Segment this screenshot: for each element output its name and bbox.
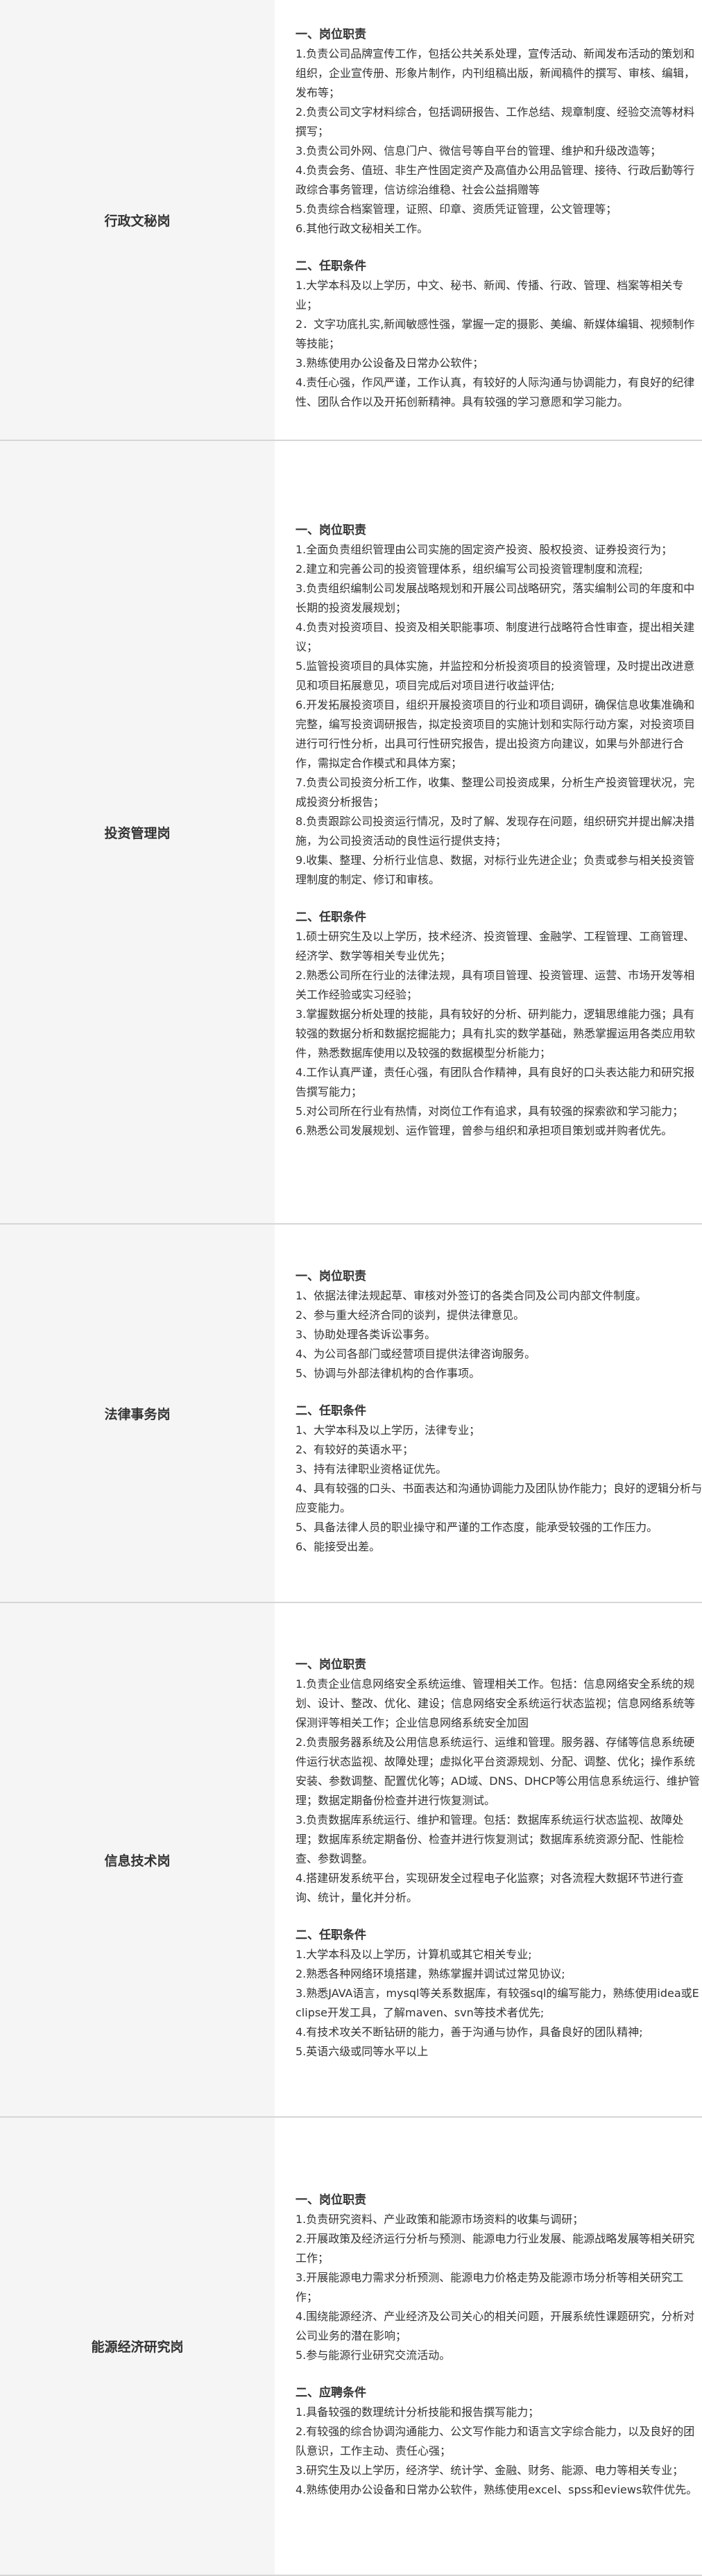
- duty-line: 3、协助处理各类诉讼事务。: [296, 1328, 436, 1341]
- job-title: 信息技术岗: [0, 1602, 275, 2118]
- duty-line: 2.负责公司文字材料综合，包括调研报告、工作总结、规章制度、经验交流等材料撰写；: [296, 105, 695, 138]
- job-row-investment-management: 投资管理岗 一、岗位职责 1.全面负责组织管理由公司实施的固定资产投资、股权投资…: [0, 440, 702, 1225]
- section-heading: 一、岗位职责: [296, 1658, 366, 1672]
- duty-line: 3.负责组织编制公司发展战略规划和开展公司战略研究，落实编制公司的年度和中长期的…: [296, 582, 695, 614]
- requirement-line: 3.熟悉JAVA语言，mysql等关系数据库，有较强sql的编写能力，熟练使用i…: [296, 1987, 699, 2019]
- duty-line: 3.开展能源电力需求分析预测、能源电力价格走势及能源市场分析等相关研究工作；: [296, 2270, 684, 2303]
- job-description: 一、岗位职责 1.全面负责组织管理由公司实施的固定资产投资、股权投资、证券投资行…: [275, 440, 702, 1225]
- duty-line: 4.围绕能源经济、产业经济及公司关心的相关问题，开展系统性课题研究，分析对公司业…: [296, 2309, 695, 2342]
- requirement-line: 4.有技术攻关不断钻研的能力，善于沟通与协作，具备良好的团队精神;: [296, 2025, 643, 2039]
- requirement-line: 5、具备法律人员的职业操守和严谨的工作态度，能承受较强的工作压力。: [296, 1521, 658, 1534]
- duty-line: 4.负责对投资项目、投资及相关职能事项、制度进行战略符合性审查，提出相关建议；: [296, 621, 695, 653]
- duty-line: 2.开展政策及经济运行分析与预测、能源电力行业发展、能源战略发展等相关研究工作；: [296, 2231, 695, 2265]
- job-title: 法律事务岗: [0, 1224, 275, 1603]
- requirement-line: 3.熟练使用办公设备及日常办公软件；: [296, 356, 484, 370]
- requirement-line: 5.对公司所在行业有热情，对岗位工作有追求，具有较强的探索欲和学习能力；: [296, 1105, 684, 1118]
- job-description: 一、岗位职责 1.负责企业信息网络安全系统运维、管理相关工作。包括：信息网络安全…: [275, 1602, 702, 2118]
- requirement-line: 4.工作认真严谨，责任心强，有团队合作精神，具有良好的口头表达能力和研究报告撰写…: [296, 1066, 695, 1098]
- duty-line: 3.负责公司外网、信息门户、微信号等自平台的管理、维护和升级改造等；: [296, 144, 662, 157]
- requirement-line: 2．文字功底扎实,新闻敏感性强，掌握一定的摄影、美编、新媒体编辑、视频制作等技能…: [296, 318, 695, 350]
- job-description: 一、岗位职责 1、依据法律法规起草、审核对外签订的各类合同及公司内部文件制度。 …: [275, 1224, 702, 1603]
- requirement-line: 4、具有较强的口头、书面表达和沟通协调能力及团队协作能力；良好的逻辑分析与应变能…: [296, 1482, 702, 1514]
- job-title: 行政文秘岗: [0, 0, 275, 441]
- section-heading: 二、应聘条件: [296, 2385, 366, 2400]
- section-heading: 二、任职条件: [296, 1928, 366, 1942]
- job-row-legal-affairs: 法律事务岗 一、岗位职责 1、依据法律法规起草、审核对外签订的各类合同及公司内部…: [0, 1224, 702, 1603]
- job-title: 能源经济研究岗: [0, 2117, 275, 2576]
- duty-line: 5、协调与外部法律机构的合作事项。: [296, 1367, 481, 1380]
- section-heading: 一、岗位职责: [296, 1270, 366, 1283]
- duty-line: 1.负责企业信息网络安全系统运维、管理相关工作。包括：信息网络安全系统的规划、设…: [296, 1677, 696, 1729]
- requirement-line: 3.掌握数据分析处理的技能，具有较好的分析、研判能力，逻辑思维能力强；具有较强的…: [296, 1008, 696, 1060]
- duty-line: 2.负责服务器系统及公用信息系统运行、运维和管理。服务器、存储等信息系统硬件运行…: [296, 1736, 700, 1807]
- requirement-line: 1.具备较强的数理统计分析技能和报告撰写能力；: [296, 2405, 540, 2419]
- job-row-energy-economics-research: 能源经济研究岗 一、岗位职责 1.负责研究资料、产业政策和能源市场资料的收集与调…: [0, 2117, 702, 2576]
- requirement-line: 5.英语六级或同等水平以上: [296, 2045, 429, 2058]
- job-description: 一、岗位职责 1.负责研究资料、产业政策和能源市场资料的收集与调研； 2.开展政…: [275, 2117, 702, 2576]
- duty-line: 2、参与重大经济合同的谈判，提供法律意见。: [296, 1308, 525, 1322]
- section-heading: 一、岗位职责: [296, 28, 366, 42]
- section-heading: 二、任职条件: [296, 910, 366, 924]
- section-heading: 二、任职条件: [296, 1404, 366, 1418]
- section-heading: 二、任职条件: [296, 259, 366, 273]
- requirement-line: 2、有较好的英语水平；: [296, 1443, 414, 1456]
- requirement-line: 3、持有法律职业资格证优先。: [296, 1462, 447, 1476]
- duty-line: 5.监管投资项目的具体实施，并监控和分析投资项目的投资管理，及时提出改进意见和项…: [296, 659, 695, 692]
- duty-line: 1.负责研究资料、产业政策和能源市场资料的收集与调研；: [296, 2212, 584, 2226]
- duty-line: 5.负责综合档案管理，证照、印章、资质凭证管理，公文管理等；: [296, 202, 617, 216]
- duty-line: 6.开发拓展投资项目，组织开展投资项目的行业和项目调研，确保信息收集准确和完整，…: [296, 698, 696, 770]
- duty-line: 3.负责数据库系统运行、维护和管理。包括：数据库系统运行状态监视、故障处理；数据…: [296, 1813, 685, 1865]
- requirement-line: 1.大学本科及以上学历，中文、秘书、新闻、传播、行政、管理、档案等相关专业；: [296, 279, 684, 311]
- requirement-line: 4.熟练使用办公设备和日常办公软件，熟练使用excel、spss和eviews软…: [296, 2482, 698, 2496]
- requirement-line: 6、能接受出差。: [296, 1540, 381, 1553]
- requirement-line: 6.熟悉公司发展规划、运作管理，曾参与组织和承担项目策划或并购者优先。: [296, 1124, 673, 1137]
- duty-line: 4、为公司各部门或经营项目提供法律咨询服务。: [296, 1347, 536, 1360]
- job-row-admin-secretary: 行政文秘岗 一、岗位职责 1.负责公司品牌宣传工作，包括公共关系处理，宣传活动、…: [0, 0, 702, 441]
- duty-line: 9.收集、整理、分析行业信息、数据，对标行业先进企业；负责或参与相关投资管理制度…: [296, 854, 695, 886]
- duty-line: 2.建立和完善公司的投资管理体系，组织编写公司投资管理制度和流程;: [296, 562, 643, 576]
- job-row-information-technology: 信息技术岗 一、岗位职责 1.负责企业信息网络安全系统运维、管理相关工作。包括：…: [0, 1602, 702, 2118]
- duty-line: 5.参与能源行业研究交流活动。: [296, 2348, 451, 2362]
- requirement-line: 4.责任心强，作风严谨，工作认真，有较好的人际沟通与协调能力，有良好的纪律性、团…: [296, 376, 695, 408]
- job-description: 一、岗位职责 1.负责公司品牌宣传工作，包括公共关系处理，宣传活动、新闻发布活动…: [275, 0, 702, 441]
- section-heading: 一、岗位职责: [296, 524, 366, 537]
- duty-line: 4.搭建研发系统平台，实现研发全过程电子化监察；对各流程大数据环节进行查询、统计…: [296, 1872, 684, 1904]
- duty-line: 8.负责跟踪公司投资运行情况，及时了解、发现存在问题，组织研究并提出解决措施，为…: [296, 815, 695, 847]
- requirement-line: 1.硕士研究生及以上学历，技术经济、投资管理、金融学、工程管理、工商管理、经济学…: [296, 930, 695, 962]
- requirement-line: 2.熟悉公司所在行业的法律法规，具有项目管理、投资管理、运营、市场开发等相关工作…: [296, 969, 695, 1001]
- requirement-line: 2.熟悉各种网络环境搭建，熟练掌握并调试过常见协议;: [296, 1967, 565, 1980]
- section-heading: 一、岗位职责: [296, 2193, 366, 2207]
- requirement-line: 1、大学本科及以上学历，法律专业；: [296, 1424, 481, 1437]
- duty-line: 1.全面负责组织管理由公司实施的固定资产投资、股权投资、证券投资行为；: [296, 543, 673, 556]
- requirement-line: 1.大学本科及以上学历，计算机或其它相关专业;: [296, 1948, 532, 1961]
- requirement-line: 3.研究生及以上学历，经济学、统计学、金融、财务、能源、电力等相关专业；: [296, 2463, 684, 2477]
- job-table: 行政文秘岗 一、岗位职责 1.负责公司品牌宣传工作，包括公共关系处理，宣传活动、…: [0, 0, 702, 2576]
- duty-line: 6.其他行政文秘相关工作。: [296, 222, 429, 235]
- duty-line: 1、依据法律法规起草、审核对外签订的各类合同及公司内部文件制度。: [296, 1289, 647, 1302]
- job-title: 投资管理岗: [0, 440, 275, 1225]
- requirement-line: 2.有较强的综合协调沟通能力、公文写作能力和语言文字综合能力，以及良好的团队意识…: [296, 2424, 695, 2457]
- duty-line: 1.负责公司品牌宣传工作，包括公共关系处理，宣传活动、新闻发布活动的策划和组织，…: [296, 47, 696, 99]
- duty-line: 7.负责公司投资分析工作，收集、整理公司投资成果，分析生产投资管理状况，完成投资…: [296, 776, 695, 809]
- duty-line: 4.负责会务、值班、非生产性固定资产及高值办公用品管理、接待、行政后勤等行政综合…: [296, 164, 695, 196]
